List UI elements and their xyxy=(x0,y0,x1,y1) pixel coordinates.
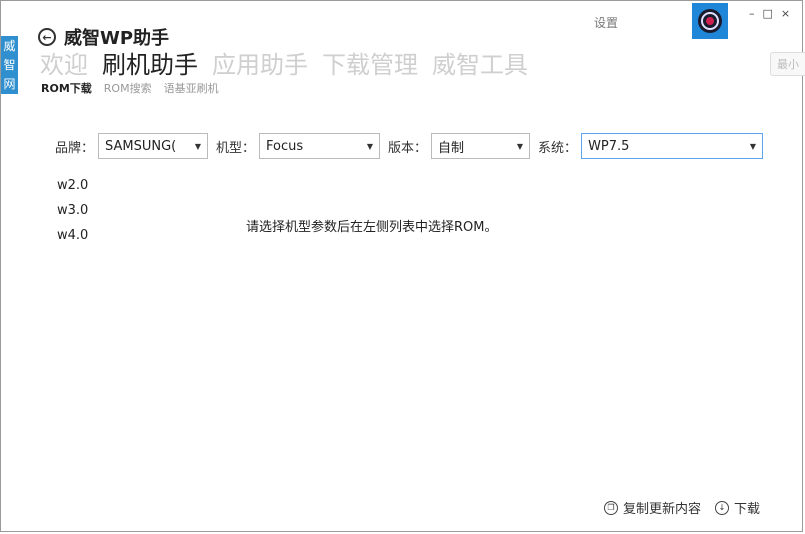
rom-version-list: w2.0 w3.0 w4.0 xyxy=(57,176,88,251)
system-label: 系统： xyxy=(538,140,578,156)
list-item[interactable]: w4.0 xyxy=(57,226,88,251)
side-brand-char: 威 xyxy=(3,38,16,53)
model-label: 机型： xyxy=(216,140,256,156)
subtab-rom-download[interactable]: ROM下载 xyxy=(41,80,92,96)
system-select[interactable]: WP7.5 ▼ xyxy=(581,133,764,159)
download-label: 下载 xyxy=(734,502,761,517)
brand-value: SAMSUNG( xyxy=(105,138,177,154)
tab-download-manager[interactable]: 下载管理 xyxy=(322,45,418,80)
side-brand-char: 网 xyxy=(3,77,16,92)
chevron-down-icon: ▼ xyxy=(749,141,757,151)
brand-label: 品牌： xyxy=(55,140,95,156)
model-select[interactable]: Focus ▼ xyxy=(259,133,381,159)
copy-update-button[interactable]: ❐ 复制更新内容 xyxy=(604,498,701,517)
filter-row: 品牌： SAMSUNG( ▼ 机型： Focus ▼ 版本： 自制 ▼ 系统： … xyxy=(55,133,771,159)
close-icon[interactable]: × xyxy=(781,7,790,20)
version-select[interactable]: 自制 ▼ xyxy=(431,133,531,159)
side-brand-strip[interactable]: 威 智 网 xyxy=(1,36,18,94)
main-tabs: 欢迎 刷机助手 应用助手 下载管理 威智工具 xyxy=(40,45,528,80)
model-value: Focus xyxy=(266,138,304,154)
sub-tabs: ROM下载 ROM搜索 语基亚刷机 xyxy=(41,80,219,96)
copy-icon: ❐ xyxy=(604,500,618,515)
instruction-message: 请选择机型参数后在左侧列表中选择ROM。 xyxy=(246,220,498,235)
subtab-nokia-flash[interactable]: 语基亚刷机 xyxy=(164,80,219,96)
list-item[interactable]: w3.0 xyxy=(57,201,88,226)
minimize-icon[interactable]: – xyxy=(749,7,755,20)
subtab-rom-search[interactable]: ROM搜索 xyxy=(104,80,152,96)
list-item[interactable]: w2.0 xyxy=(57,176,88,201)
bottom-actions: ❐ 复制更新内容 ↓ 下载 xyxy=(604,498,760,517)
side-minimize-button[interactable]: 最小 xyxy=(770,52,805,76)
back-arrow-icon[interactable]: ← xyxy=(38,28,56,46)
chevron-down-icon: ▼ xyxy=(366,141,374,151)
window-controls: – □ × xyxy=(749,7,790,20)
tab-welcome[interactable]: 欢迎 xyxy=(40,45,88,80)
system-value: WP7.5 xyxy=(588,138,630,154)
download-icon: ↓ xyxy=(715,500,730,515)
chevron-down-icon: ▼ xyxy=(194,141,202,151)
side-brand-char: 智 xyxy=(3,57,16,72)
download-button[interactable]: ↓ 下载 xyxy=(715,498,760,517)
version-label: 版本： xyxy=(388,140,428,156)
version-value: 自制 xyxy=(438,140,465,156)
side-minimize-label: 最小 xyxy=(777,58,799,71)
brand-select[interactable]: SAMSUNG( ▼ xyxy=(98,133,209,159)
camera-icon[interactable] xyxy=(692,3,728,39)
copy-update-label: 复制更新内容 xyxy=(623,502,702,517)
chevron-down-icon: ▼ xyxy=(516,141,524,151)
tab-app-assistant[interactable]: 应用助手 xyxy=(212,45,308,80)
settings-link[interactable]: 设置 xyxy=(594,14,618,31)
maximize-icon[interactable]: □ xyxy=(763,7,773,20)
tab-flash-assistant[interactable]: 刷机助手 xyxy=(102,45,198,80)
tab-weizhi-tools[interactable]: 威智工具 xyxy=(432,45,528,80)
